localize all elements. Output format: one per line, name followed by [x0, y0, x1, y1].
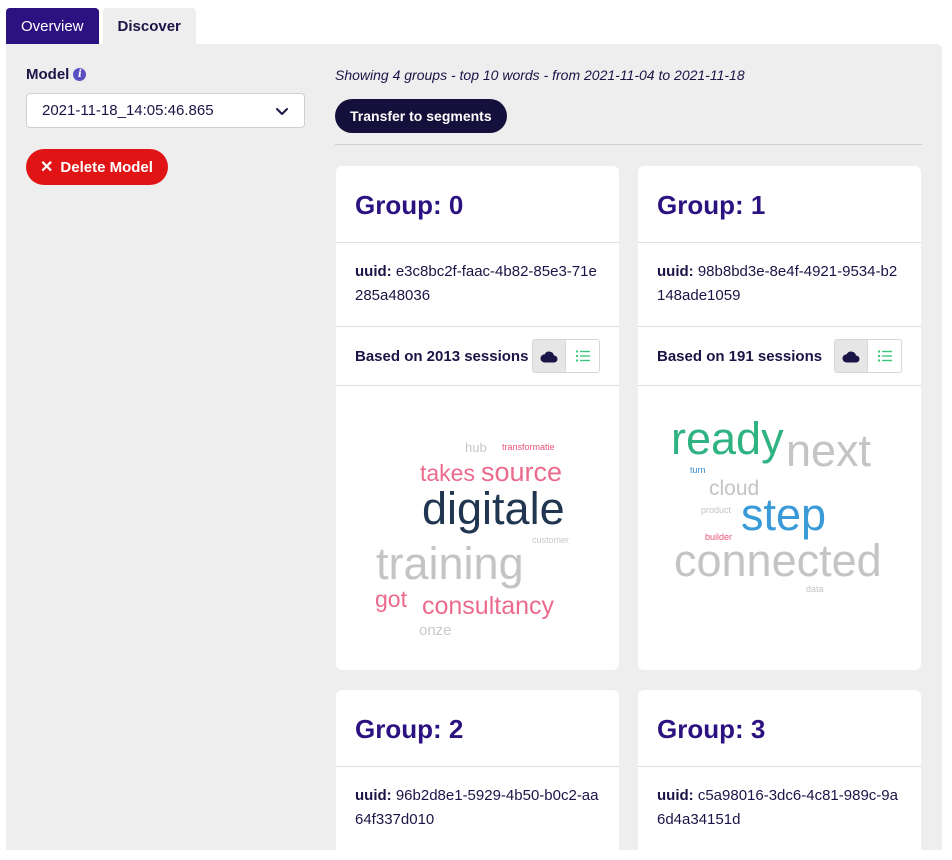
- tab-overview[interactable]: Overview: [6, 8, 99, 44]
- cloud-word: takes: [420, 460, 475, 486]
- delete-model-label: Delete Model: [60, 158, 153, 176]
- cloud-word: turn: [690, 465, 706, 475]
- cloud-word: ready: [671, 413, 784, 464]
- group-uuid: uuid: c5a98016-3dc6-4c81-989c-9a6d4a3415…: [638, 767, 921, 851]
- cloud-word: data: [806, 584, 824, 594]
- delete-model-button[interactable]: ✕ Delete Model: [26, 149, 168, 185]
- uuid-value: e3c8bc2f-faac-4b82-85e3-71e285a48036: [355, 263, 597, 304]
- cloud-word: onze: [419, 622, 452, 639]
- view-toggle: [532, 339, 600, 373]
- cloud-word: connected: [674, 535, 882, 586]
- group-uuid: uuid: 98b8bd3e-8e4f-4921-9534-b2148ade10…: [638, 243, 921, 327]
- group-title: Group: 2: [336, 690, 619, 767]
- cloud-word: next: [786, 425, 872, 476]
- tab-bar: Overview Discover: [6, 8, 200, 44]
- cloud-word: consultancy: [422, 592, 555, 620]
- group-title: Group: 0: [336, 166, 619, 243]
- cloud-word: customer: [532, 535, 570, 545]
- cloud-word: training: [376, 538, 524, 589]
- model-select-value: 2021-11-18_14:05:46.865: [42, 102, 214, 119]
- group-uuid: uuid: 96b2d8e1-5929-4b50-b0c2-aa64f337d0…: [336, 767, 619, 851]
- sessions-label: Based on 2013 sessions: [355, 347, 529, 365]
- cloud-view-button[interactable]: [835, 340, 868, 372]
- view-toggle: [834, 339, 902, 373]
- divider: [335, 144, 922, 145]
- word-cloud: ready next turn cloud product step build…: [638, 386, 921, 670]
- group-card-2: Group: 2 uuid: 96b2d8e1-5929-4b50-b0c2-a…: [336, 690, 619, 860]
- showing-summary: Showing 4 groups - top 10 words - from 2…: [335, 67, 745, 83]
- model-select[interactable]: 2021-11-18_14:05:46.865: [26, 93, 305, 128]
- cloud-word: got: [375, 586, 407, 612]
- list-icon: [877, 350, 892, 362]
- group-sessions-row: Based on 2013 sessions: [336, 327, 619, 386]
- cloud-view-button[interactable]: [533, 340, 566, 372]
- group-title: Group: 1: [638, 166, 921, 243]
- group-card-0: Group: 0 uuid: e3c8bc2f-faac-4b82-85e3-7…: [336, 166, 619, 670]
- model-label-text: Model: [26, 66, 70, 83]
- uuid-label: uuid:: [355, 263, 392, 280]
- uuid-value: 98b8bd3e-8e4f-4921-9534-b2148ade1059: [657, 263, 898, 304]
- uuid-label: uuid:: [355, 787, 392, 804]
- group-card-1: Group: 1 uuid: 98b8bd3e-8e4f-4921-9534-b…: [638, 166, 921, 670]
- cloud-word: transformatie: [502, 442, 555, 452]
- group-uuid: uuid: e3c8bc2f-faac-4b82-85e3-71e285a480…: [336, 243, 619, 327]
- close-icon: ✕: [40, 159, 54, 176]
- group-sessions-row: Based on 191 sessions: [638, 327, 921, 386]
- cloud-word: product: [701, 505, 732, 515]
- cloud-icon: [842, 351, 860, 362]
- list-view-button[interactable]: [566, 340, 599, 372]
- uuid-label: uuid:: [657, 787, 694, 804]
- cloud-word: source: [481, 457, 563, 487]
- sessions-label: Based on 191 sessions: [657, 347, 823, 365]
- cloud-word: digitale: [422, 483, 565, 534]
- uuid-label: uuid:: [657, 263, 694, 280]
- uuid-value: 96b2d8e1-5929-4b50-b0c2-aa64f337d010: [355, 787, 599, 828]
- list-view-button[interactable]: [868, 340, 901, 372]
- chevron-down-icon: [276, 107, 288, 115]
- cloud-word: hub: [465, 440, 487, 455]
- list-icon: [575, 350, 590, 362]
- group-title: Group: 3: [638, 690, 921, 767]
- model-label: Model i: [26, 66, 87, 83]
- tab-discover[interactable]: Discover: [102, 8, 196, 44]
- group-card-3: Group: 3 uuid: c5a98016-3dc6-4c81-989c-9…: [638, 690, 921, 860]
- word-cloud: hub transformatie takes source digitale …: [336, 386, 619, 670]
- transfer-to-segments-button[interactable]: Transfer to segments: [335, 99, 507, 133]
- info-icon[interactable]: i: [73, 68, 87, 81]
- cloud-word: step: [741, 489, 827, 540]
- cloud-icon: [540, 351, 558, 362]
- content-panel: Model i 2021-11-18_14:05:46.865 ✕ Delete…: [6, 44, 942, 860]
- uuid-value: c5a98016-3dc6-4c81-989c-9a6d4a34151d: [657, 787, 898, 828]
